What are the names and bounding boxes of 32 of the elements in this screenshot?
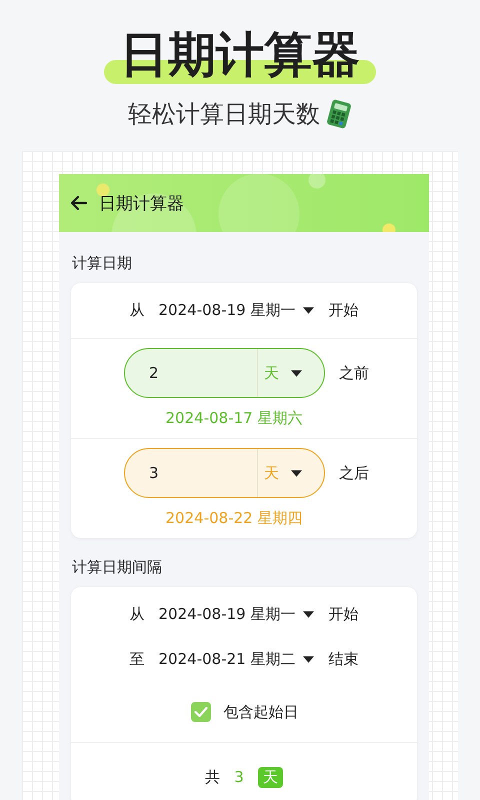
start-label: 开始 — [328, 301, 358, 320]
checkbox-label: 包含起始日 — [224, 702, 298, 722]
dropdown-icon — [291, 470, 302, 476]
dropdown-icon — [303, 656, 314, 663]
offset-value: 2 — [148, 364, 160, 382]
dropdown-icon — [291, 370, 302, 376]
checkbox[interactable] — [190, 701, 212, 723]
suffix-label: 开始 — [328, 605, 358, 624]
offset-field[interactable]: 3 天 — [124, 448, 325, 498]
suffix-label: 结束 — [328, 650, 358, 669]
date-picker[interactable]: 2024-08-19 星期一 — [158, 605, 314, 624]
back-arrow-icon[interactable] — [69, 193, 89, 213]
headline-subtitle: 轻松计算日期天数 — [128, 99, 320, 130]
offset-field[interactable]: 2 天 — [124, 348, 325, 398]
section-title: 计算日期间隔 — [71, 557, 163, 578]
total-prefix: 共 — [205, 768, 220, 786]
prefix-label: 至 — [130, 650, 145, 669]
from-label: 从 — [130, 301, 145, 320]
date-picker[interactable]: 2024-08-19 星期一 — [158, 301, 314, 320]
result-date: 2024-08-17 星期六 — [164, 409, 304, 428]
app-bar-title: 日期计算器 — [99, 192, 184, 214]
unit-badge: 天 — [258, 766, 283, 788]
direction-label: 之前 — [339, 364, 369, 382]
offset-value: 3 — [148, 464, 160, 482]
section-title: 计算日期 — [71, 253, 133, 274]
dropdown-icon — [303, 307, 314, 314]
total-value: 3 — [234, 768, 244, 786]
result-date: 2024-08-22 星期四 — [164, 509, 304, 528]
prefix-label: 从 — [130, 605, 145, 624]
dropdown-icon — [303, 611, 314, 618]
direction-label: 之后 — [339, 464, 369, 482]
date-picker[interactable]: 2024-08-21 星期二 — [158, 650, 314, 669]
